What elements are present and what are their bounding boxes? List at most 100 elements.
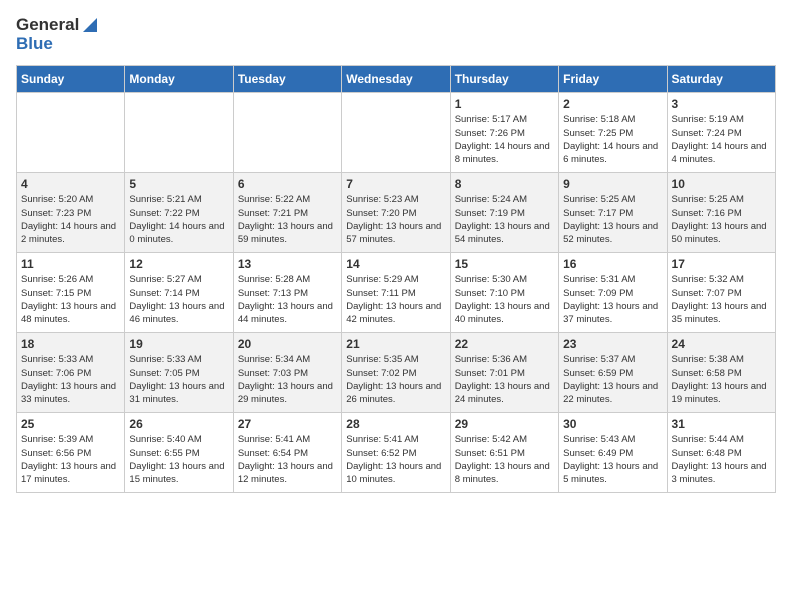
- calendar-cell: 2 Sunrise: 5:18 AM Sunset: 7:25 PM Daylig…: [559, 93, 667, 173]
- calendar-cell: 20 Sunrise: 5:34 AM Sunset: 7:03 PM Dayli…: [233, 333, 341, 413]
- cell-content: Sunrise: 5:36 AM Sunset: 7:01 PM Dayligh…: [455, 353, 554, 406]
- day-number: 10: [672, 177, 771, 191]
- cell-content: Sunrise: 5:17 AM Sunset: 7:26 PM Dayligh…: [455, 113, 554, 166]
- calendar-week-row: 1 Sunrise: 5:17 AM Sunset: 7:26 PM Daylig…: [17, 93, 776, 173]
- logo-general: General: [16, 16, 79, 35]
- day-number: 26: [129, 417, 228, 431]
- cell-content: Sunrise: 5:35 AM Sunset: 7:02 PM Dayligh…: [346, 353, 445, 406]
- day-number: 11: [21, 257, 120, 271]
- day-number: 7: [346, 177, 445, 191]
- day-header-monday: Monday: [125, 66, 233, 93]
- day-header-saturday: Saturday: [667, 66, 775, 93]
- cell-content: Sunrise: 5:32 AM Sunset: 7:07 PM Dayligh…: [672, 273, 771, 326]
- calendar-table: SundayMondayTuesdayWednesdayThursdayFrid…: [16, 65, 776, 493]
- day-number: 25: [21, 417, 120, 431]
- calendar-cell: 13Sunrise: 5:28 AM Sunset: 7:13 PM Dayli…: [233, 253, 341, 333]
- day-header-wednesday: Wednesday: [342, 66, 450, 93]
- day-number: 8: [455, 177, 554, 191]
- cell-content: Sunrise: 5:38 AM Sunset: 6:58 PM Dayligh…: [672, 353, 771, 406]
- day-number: 31: [672, 417, 771, 431]
- day-header-tuesday: Tuesday: [233, 66, 341, 93]
- logo-wordmark: General Blue: [16, 16, 99, 53]
- calendar-cell: 7 Sunrise: 5:23 AM Sunset: 7:20 PM Daylig…: [342, 173, 450, 253]
- cell-content: Sunrise: 5:43 AM Sunset: 6:49 PM Dayligh…: [563, 433, 662, 486]
- calendar-cell: 31 Sunrise: 5:44 AM Sunset: 6:48 PM Dayli…: [667, 413, 775, 493]
- calendar-cell: [342, 93, 450, 173]
- calendar-cell: 21 Sunrise: 5:35 AM Sunset: 7:02 PM Dayli…: [342, 333, 450, 413]
- day-number: 16: [563, 257, 662, 271]
- day-number: 23: [563, 337, 662, 351]
- calendar-cell: 6Sunrise: 5:22 AM Sunset: 7:21 PM Daylig…: [233, 173, 341, 253]
- calendar-cell: 24 Sunrise: 5:38 AM Sunset: 6:58 PM Dayli…: [667, 333, 775, 413]
- calendar-cell: 14Sunrise: 5:29 AM Sunset: 7:11 PM Dayli…: [342, 253, 450, 333]
- calendar-cell: 18Sunrise: 5:33 AM Sunset: 7:06 PM Dayli…: [17, 333, 125, 413]
- day-number: 27: [238, 417, 337, 431]
- calendar-cell: 16 Sunrise: 5:31 AM Sunset: 7:09 PM Dayli…: [559, 253, 667, 333]
- calendar-header-row: SundayMondayTuesdayWednesdayThursdayFrid…: [17, 66, 776, 93]
- calendar-cell: 29 Sunrise: 5:42 AM Sunset: 6:51 PM Dayli…: [450, 413, 558, 493]
- day-header-thursday: Thursday: [450, 66, 558, 93]
- cell-content: Sunrise: 5:21 AM Sunset: 7:22 PM Dayligh…: [129, 193, 228, 246]
- day-number: 1: [455, 97, 554, 111]
- day-number: 28: [346, 417, 445, 431]
- cell-content: Sunrise: 5:33 AM Sunset: 7:06 PM Dayligh…: [21, 353, 120, 406]
- cell-content: Sunrise: 5:29 AM Sunset: 7:11 PM Dayligh…: [346, 273, 445, 326]
- calendar-cell: 22Sunrise: 5:36 AM Sunset: 7:01 PM Dayli…: [450, 333, 558, 413]
- cell-content: Sunrise: 5:40 AM Sunset: 6:55 PM Dayligh…: [129, 433, 228, 486]
- calendar-cell: 26 Sunrise: 5:40 AM Sunset: 6:55 PM Dayli…: [125, 413, 233, 493]
- calendar-cell: 27Sunrise: 5:41 AM Sunset: 6:54 PM Dayli…: [233, 413, 341, 493]
- day-number: 21: [346, 337, 445, 351]
- day-number: 5: [129, 177, 228, 191]
- day-header-friday: Friday: [559, 66, 667, 93]
- cell-content: Sunrise: 5:44 AM Sunset: 6:48 PM Dayligh…: [672, 433, 771, 486]
- cell-content: Sunrise: 5:24 AM Sunset: 7:19 PM Dayligh…: [455, 193, 554, 246]
- cell-content: Sunrise: 5:42 AM Sunset: 6:51 PM Dayligh…: [455, 433, 554, 486]
- calendar-week-row: 11 Sunrise: 5:26 AM Sunset: 7:15 PM Dayli…: [17, 253, 776, 333]
- logo-triangle-icon: [81, 16, 99, 34]
- cell-content: Sunrise: 5:30 AM Sunset: 7:10 PM Dayligh…: [455, 273, 554, 326]
- calendar-cell: 8 Sunrise: 5:24 AM Sunset: 7:19 PM Daylig…: [450, 173, 558, 253]
- day-number: 4: [21, 177, 120, 191]
- cell-content: Sunrise: 5:18 AM Sunset: 7:25 PM Dayligh…: [563, 113, 662, 166]
- day-number: 30: [563, 417, 662, 431]
- calendar-cell: 11 Sunrise: 5:26 AM Sunset: 7:15 PM Dayli…: [17, 253, 125, 333]
- cell-content: Sunrise: 5:39 AM Sunset: 6:56 PM Dayligh…: [21, 433, 120, 486]
- day-number: 12: [129, 257, 228, 271]
- calendar-week-row: 4Sunrise: 5:20 AM Sunset: 7:23 PM Daylig…: [17, 173, 776, 253]
- calendar-cell: 3Sunrise: 5:19 AM Sunset: 7:24 PM Daylig…: [667, 93, 775, 173]
- cell-content: Sunrise: 5:34 AM Sunset: 7:03 PM Dayligh…: [238, 353, 337, 406]
- cell-content: Sunrise: 5:41 AM Sunset: 6:52 PM Dayligh…: [346, 433, 445, 486]
- calendar-cell: 10Sunrise: 5:25 AM Sunset: 7:16 PM Dayli…: [667, 173, 775, 253]
- cell-content: Sunrise: 5:25 AM Sunset: 7:17 PM Dayligh…: [563, 193, 662, 246]
- day-number: 29: [455, 417, 554, 431]
- day-number: 6: [238, 177, 337, 191]
- calendar-body: 1 Sunrise: 5:17 AM Sunset: 7:26 PM Daylig…: [17, 93, 776, 493]
- day-number: 9: [563, 177, 662, 191]
- cell-content: Sunrise: 5:23 AM Sunset: 7:20 PM Dayligh…: [346, 193, 445, 246]
- cell-content: Sunrise: 5:37 AM Sunset: 6:59 PM Dayligh…: [563, 353, 662, 406]
- calendar-cell: [17, 93, 125, 173]
- calendar-week-row: 25 Sunrise: 5:39 AM Sunset: 6:56 PM Dayli…: [17, 413, 776, 493]
- cell-content: Sunrise: 5:27 AM Sunset: 7:14 PM Dayligh…: [129, 273, 228, 326]
- day-number: 20: [238, 337, 337, 351]
- calendar-cell: 5 Sunrise: 5:21 AM Sunset: 7:22 PM Daylig…: [125, 173, 233, 253]
- cell-content: Sunrise: 5:26 AM Sunset: 7:15 PM Dayligh…: [21, 273, 120, 326]
- calendar-cell: [125, 93, 233, 173]
- cell-content: Sunrise: 5:31 AM Sunset: 7:09 PM Dayligh…: [563, 273, 662, 326]
- day-number: 24: [672, 337, 771, 351]
- day-number: 2: [563, 97, 662, 111]
- day-number: 3: [672, 97, 771, 111]
- calendar-cell: 30 Sunrise: 5:43 AM Sunset: 6:49 PM Dayli…: [559, 413, 667, 493]
- logo-blue: Blue: [16, 34, 53, 53]
- calendar-cell: 4Sunrise: 5:20 AM Sunset: 7:23 PM Daylig…: [17, 173, 125, 253]
- calendar-cell: [233, 93, 341, 173]
- calendar-cell: 25 Sunrise: 5:39 AM Sunset: 6:56 PM Dayli…: [17, 413, 125, 493]
- calendar-cell: 23 Sunrise: 5:37 AM Sunset: 6:59 PM Dayli…: [559, 333, 667, 413]
- logo: General Blue: [16, 16, 99, 53]
- calendar-cell: 9 Sunrise: 5:25 AM Sunset: 7:17 PM Daylig…: [559, 173, 667, 253]
- cell-content: Sunrise: 5:28 AM Sunset: 7:13 PM Dayligh…: [238, 273, 337, 326]
- day-number: 17: [672, 257, 771, 271]
- calendar-cell: 1 Sunrise: 5:17 AM Sunset: 7:26 PM Daylig…: [450, 93, 558, 173]
- day-number: 19: [129, 337, 228, 351]
- calendar-cell: 28 Sunrise: 5:41 AM Sunset: 6:52 PM Dayli…: [342, 413, 450, 493]
